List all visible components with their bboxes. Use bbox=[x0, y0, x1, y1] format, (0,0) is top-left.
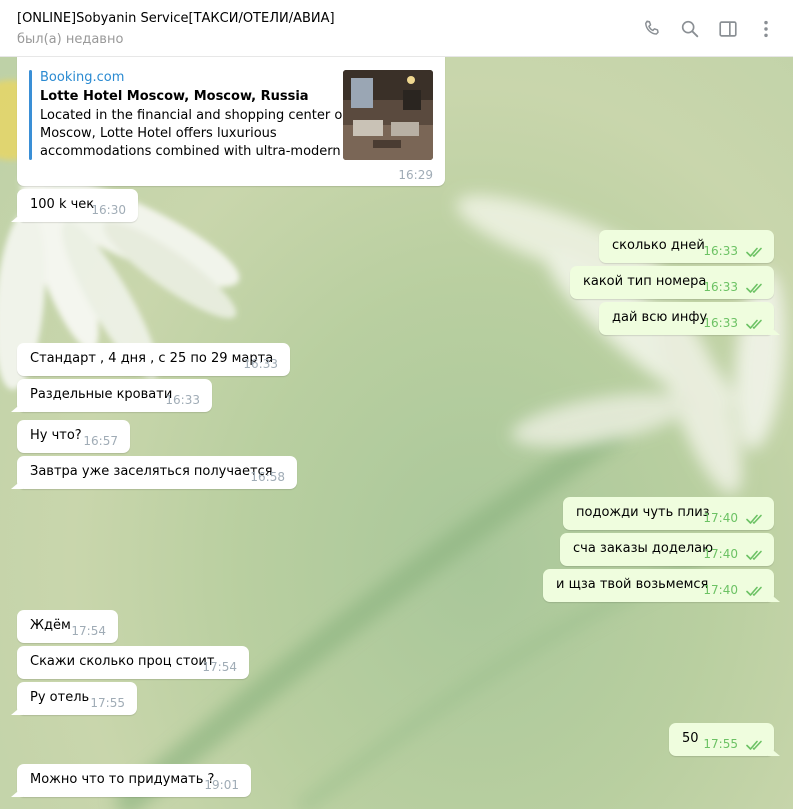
message-text: Стандарт , 4 дня , с 25 по 29 марта bbox=[30, 351, 274, 366]
message-text: Ру отель bbox=[30, 690, 90, 705]
message-time: 16:30 bbox=[91, 203, 126, 217]
preview-site-name[interactable]: Booking.com bbox=[40, 70, 124, 85]
outgoing-message[interactable]: дай всю инфу 16:33 bbox=[599, 302, 774, 335]
incoming-message[interactable]: Скажи сколько проц стоит 17:54 bbox=[17, 646, 249, 679]
message-text: Можно что то придумать ? bbox=[30, 772, 215, 787]
more-vert-icon[interactable] bbox=[755, 18, 777, 40]
message-time: 16:33 bbox=[243, 357, 278, 371]
preview-desc-line: Moscow, Lotte Hotel offers luxurious bbox=[40, 126, 277, 141]
incoming-message[interactable]: Ру отель 17:55 bbox=[17, 682, 137, 715]
message-time: 16:33 bbox=[703, 280, 738, 294]
outgoing-message[interactable]: сча заказы доделаю 17:40 bbox=[560, 533, 774, 566]
outgoing-message[interactable]: сколько дней 16:33 bbox=[599, 230, 774, 263]
message-time: 19:01 bbox=[204, 778, 239, 792]
sidebar-toggle-icon[interactable] bbox=[717, 18, 739, 40]
message-text: сча заказы доделаю bbox=[573, 541, 714, 556]
message-time: 17:40 bbox=[703, 583, 738, 597]
message-text: Завтра уже заселяться получается bbox=[30, 464, 273, 479]
message-time: 16:33 bbox=[165, 393, 200, 407]
read-double-check-icon bbox=[746, 550, 762, 560]
message-text: подожди чуть плиз bbox=[576, 505, 710, 520]
message-text: и щза твой возьмемся bbox=[556, 577, 709, 592]
message-time: 16:58 bbox=[250, 470, 285, 484]
message-text: какой тип номера bbox=[583, 274, 707, 289]
link-preview-message[interactable]: Booking.com Lotte Hotel Moscow, Moscow, … bbox=[17, 46, 445, 186]
message-text: Скажи сколько проц стоит bbox=[30, 654, 215, 669]
message-time: 17:40 bbox=[703, 511, 738, 525]
incoming-message[interactable]: Ну что? 16:57 bbox=[17, 420, 130, 453]
outgoing-message[interactable]: какой тип номера 16:33 bbox=[570, 266, 774, 299]
message-time: 16:33 bbox=[703, 244, 738, 258]
message-time: 16:57 bbox=[83, 434, 118, 448]
outgoing-message[interactable]: и щза твой возьмемся 17:40 bbox=[543, 569, 774, 602]
preview-title: Lotte Hotel Moscow, Moscow, Russia bbox=[40, 89, 309, 104]
preview-desc-line: accommodations combined with ultra-moder… bbox=[40, 144, 342, 159]
message-text: Раздельные кровати bbox=[30, 387, 173, 402]
incoming-message[interactable]: Завтра уже заселяться получается 16:58 bbox=[17, 456, 297, 489]
incoming-message[interactable]: Можно что то придумать ? 19:01 bbox=[17, 764, 251, 797]
chat-status: был(а) недавно bbox=[17, 32, 124, 47]
read-double-check-icon bbox=[746, 586, 762, 596]
search-icon[interactable] bbox=[679, 18, 701, 40]
outgoing-message[interactable]: 50 17:55 bbox=[669, 723, 774, 756]
message-text: Ждём bbox=[30, 618, 71, 633]
preview-thumbnail[interactable] bbox=[343, 70, 433, 160]
message-text: 50 bbox=[682, 731, 699, 746]
read-double-check-icon bbox=[746, 514, 762, 524]
read-double-check-icon bbox=[746, 319, 762, 329]
preview-description: Located in the financial and shopping ce… bbox=[40, 107, 342, 161]
read-double-check-icon bbox=[746, 740, 762, 750]
chat-title[interactable]: [ONLINE]Sobyanin Service[ТАКСИ/ОТЕЛИ/АВИ… bbox=[17, 11, 335, 26]
message-time: 17:54 bbox=[71, 624, 106, 638]
chat-header: [ONLINE]Sobyanin Service[ТАКСИ/ОТЕЛИ/АВИ… bbox=[0, 0, 793, 57]
read-double-check-icon bbox=[746, 247, 762, 257]
message-time: 17:40 bbox=[703, 547, 738, 561]
message-text: дай всю инфу bbox=[612, 310, 708, 325]
message-text: Ну что? bbox=[30, 428, 82, 443]
message-text: 100 k чек bbox=[30, 197, 95, 212]
outgoing-message[interactable]: подожди чуть плиз 17:40 bbox=[563, 497, 774, 530]
phone-icon[interactable] bbox=[641, 18, 663, 40]
preview-accent-bar bbox=[29, 70, 32, 160]
message-time: 17:55 bbox=[90, 696, 125, 710]
message-time: 16:33 bbox=[703, 316, 738, 330]
message-time: 17:55 bbox=[703, 737, 738, 751]
incoming-message[interactable]: Раздельные кровати 16:33 bbox=[17, 379, 212, 412]
message-text: сколько дней bbox=[612, 238, 705, 253]
read-double-check-icon bbox=[746, 283, 762, 293]
message-time: 17:54 bbox=[202, 660, 237, 674]
incoming-message[interactable]: 100 k чек 16:30 bbox=[17, 189, 138, 222]
preview-desc-line: Located in the financial and shopping ce… bbox=[40, 108, 342, 123]
incoming-message[interactable]: Стандарт , 4 дня , с 25 по 29 марта 16:33 bbox=[17, 343, 290, 376]
message-time: 16:29 bbox=[398, 168, 433, 182]
incoming-message[interactable]: Ждём 17:54 bbox=[17, 610, 118, 643]
